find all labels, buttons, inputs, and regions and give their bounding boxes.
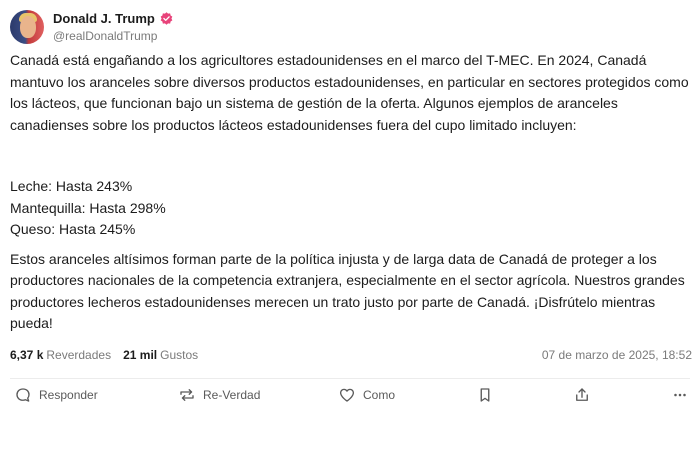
- author-names: Donald J. Trump @realDonaldTrump: [53, 11, 173, 43]
- post-stats: 6,37 k Reverdades 21 mil Gustos 07 de ma…: [10, 348, 692, 362]
- post-paragraph-1: Canadá está engañando a los agricultores…: [10, 52, 689, 133]
- bookmark-button[interactable]: [476, 386, 494, 404]
- retruths-count[interactable]: 6,37 k: [10, 348, 43, 362]
- list-item: Leche: Hasta 243%: [10, 178, 133, 194]
- bookmark-icon: [480, 388, 490, 402]
- more-options-button[interactable]: [671, 386, 689, 404]
- tariff-list: Leche: Hasta 243% Mantequilla: Hasta 298…: [10, 176, 695, 241]
- like-label: Como: [363, 388, 396, 402]
- list-item: Queso: Hasta 245%: [10, 221, 136, 237]
- likes-label[interactable]: Gustos: [160, 348, 198, 362]
- list-item: Mantequilla: Hasta 298%: [10, 199, 166, 216]
- like-button[interactable]: Como: [338, 386, 395, 404]
- display-name[interactable]: Donald J. Trump: [53, 11, 155, 26]
- share-icon: [576, 388, 588, 401]
- retruth-icon: [180, 389, 194, 401]
- name-row: Donald J. Trump: [53, 11, 173, 26]
- retruth-button[interactable]: Re-Verdad: [178, 386, 260, 404]
- divider: [10, 378, 690, 379]
- reply-icon: [16, 388, 30, 402]
- author-handle[interactable]: @realDonaldTrump: [53, 29, 173, 43]
- reply-button[interactable]: Responder: [14, 386, 98, 404]
- heart-icon: [339, 388, 355, 402]
- truth-post: Donald J. Trump @realDonaldTrump Canadá …: [0, 0, 700, 452]
- avatar-face: [20, 16, 36, 38]
- post-header: Donald J. Trump @realDonaldTrump: [10, 10, 173, 44]
- retruths-label[interactable]: Reverdades: [46, 348, 111, 362]
- post-paragraph-3: Estos aranceles altísimos forman parte d…: [10, 250, 685, 332]
- avatar[interactable]: [10, 10, 44, 44]
- post-timestamp[interactable]: 07 de marzo de 2025, 18:52: [542, 348, 692, 362]
- more-icon: [674, 393, 686, 397]
- verified-badge-icon: [160, 12, 173, 25]
- retruth-label: Re-Verdad: [203, 388, 261, 402]
- reply-label: Responder: [39, 388, 98, 402]
- post-body: Canadá está engañando a los agricultores…: [10, 50, 695, 335]
- share-button[interactable]: [573, 386, 591, 404]
- action-bar: Responder Re-Verdad Como: [12, 386, 690, 410]
- likes-count[interactable]: 21 mil: [123, 348, 157, 362]
